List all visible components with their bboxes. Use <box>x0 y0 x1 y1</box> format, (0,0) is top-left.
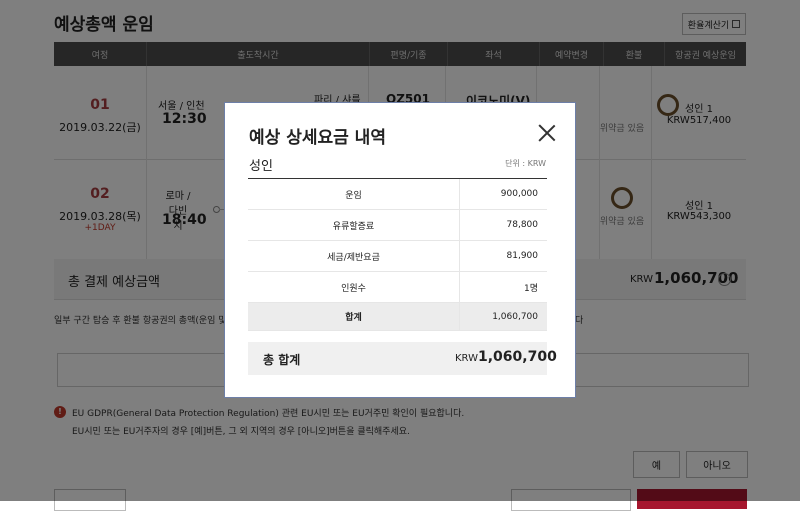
passenger-type: 성인 <box>249 159 273 174</box>
table-row: 운임 900,000 <box>248 179 547 210</box>
row-label: 유류할증료 <box>248 210 460 240</box>
fare-detail-modal: 예상 상세요금 내역 성인 단위 : KRW 운임 900,000 유류할증료 … <box>224 102 576 398</box>
grand-total-currency: KRW <box>455 353 478 364</box>
sum-value: 1,060,700 <box>492 311 538 322</box>
table-row: 인원수 1명 <box>248 272 547 303</box>
row-value: 900,000 <box>500 189 538 199</box>
grand-total-amount: 1,060,700 <box>478 349 557 365</box>
sum-row: 합계 1,060,700 <box>248 303 547 331</box>
table-row: 세금/제반요금 81,900 <box>248 241 547 272</box>
row-value: 81,900 <box>506 251 539 261</box>
row-label: 인원수 <box>248 272 460 302</box>
row-label: 운임 <box>248 179 460 209</box>
currency-unit: 단위 : KRW <box>505 159 546 168</box>
row-value: 78,800 <box>506 220 539 230</box>
grand-total-label: 총 합계 <box>263 353 301 367</box>
table-row: 유류할증료 78,800 <box>248 210 547 241</box>
modal-title: 예상 상세요금 내역 <box>249 128 386 148</box>
fare-breakdown-table: 운임 900,000 유류할증료 78,800 세금/제반요금 81,900 인… <box>248 178 547 331</box>
close-icon[interactable] <box>537 123 557 143</box>
grand-total-bar: 총 합계 KRW 1,060,700 <box>248 342 557 375</box>
row-value: 1명 <box>523 283 538 294</box>
row-label: 세금/제반요금 <box>248 241 460 271</box>
sum-label: 합계 <box>248 303 460 330</box>
